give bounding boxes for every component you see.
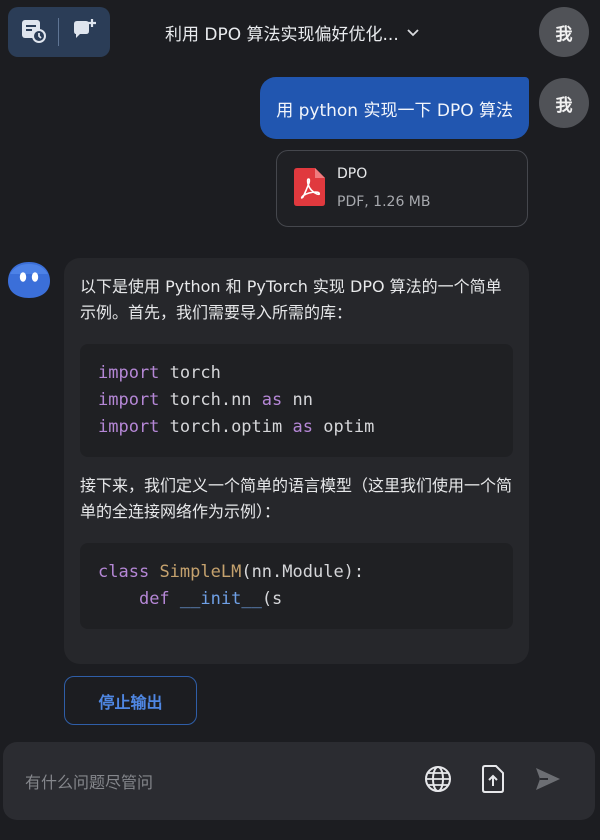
code-keyword: class (98, 562, 150, 582)
assistant-avatar-icon (7, 260, 51, 304)
message-input-bar (3, 742, 595, 820)
code-text: (nn.Module): (241, 562, 365, 582)
avatar-label: 我 (555, 24, 573, 45)
attachment-name: DPO (337, 166, 368, 182)
header-toolbar (8, 7, 110, 57)
code-block-imports[interactable]: import torch import torch.nn as nn impor… (80, 344, 513, 457)
code-text: optim (312, 417, 375, 437)
pdf-file-icon (292, 167, 326, 211)
code-class-name: SimpleLM (159, 562, 242, 582)
code-keyword: import (98, 363, 160, 383)
avatar-label: 我 (555, 95, 573, 116)
code-keyword: import (98, 417, 160, 437)
user-avatar: 我 (539, 78, 589, 128)
user-avatar-header[interactable]: 我 (539, 7, 589, 57)
message-input[interactable] (23, 768, 387, 796)
assistant-message-bubble: 以下是使用 Python 和 PyTorch 实现 DPO 算法的一个简单示例。… (64, 258, 529, 664)
assistant-intro-text: 以下是使用 Python 和 PyTorch 实现 DPO 算法的一个简单示例。… (80, 277, 502, 322)
new-chat-button[interactable] (59, 7, 109, 57)
stop-output-button[interactable]: 停止输出 (64, 676, 197, 725)
globe-icon (424, 765, 452, 797)
code-text: nn (282, 390, 313, 410)
send-icon (534, 766, 562, 796)
code-text: torch (159, 363, 221, 383)
code-text: torch.optim (159, 417, 293, 437)
user-message-bubble: 用 python 实现一下 DPO 算法 (260, 77, 529, 139)
history-button[interactable] (8, 7, 58, 57)
attachment-meta: PDF, 1.26 MB (337, 194, 431, 210)
web-search-button[interactable] (421, 764, 455, 798)
chevron-down-icon (407, 22, 419, 42)
assistant-middle-text: 接下来，我们定义一个简单的语言模型（这里我们使用一个简单的全连接网络作为示例）： (80, 476, 513, 521)
code-keyword: import (98, 390, 160, 410)
chat-page: 利用 DPO 算法实现偏好优化... 我 用 python 实现一下 DPO 算… (0, 0, 600, 840)
pdf-attachment-card[interactable]: DPO PDF, 1.26 MB (276, 150, 528, 227)
history-icon (20, 17, 46, 47)
new-chat-icon (71, 17, 97, 47)
code-keyword: as (261, 390, 283, 410)
upload-file-icon (480, 764, 506, 798)
code-block-model[interactable]: class SimpleLM(nn.Module): def __init__(… (80, 543, 513, 629)
code-keyword: def (138, 589, 170, 609)
user-message-text: 用 python 实现一下 DPO 算法 (276, 100, 513, 121)
upload-file-button[interactable] (476, 764, 510, 798)
code-function-name: __init__ (179, 589, 262, 609)
code-text: (s (261, 589, 283, 609)
code-text: torch.nn (159, 390, 262, 410)
conversation-title-dropdown[interactable]: 利用 DPO 算法实现偏好优化... (165, 18, 419, 46)
code-keyword: as (292, 417, 313, 437)
conversation-title: 利用 DPO 算法实现偏好优化... (165, 24, 399, 45)
send-button[interactable] (531, 764, 565, 798)
stop-output-label: 停止输出 (98, 692, 163, 712)
